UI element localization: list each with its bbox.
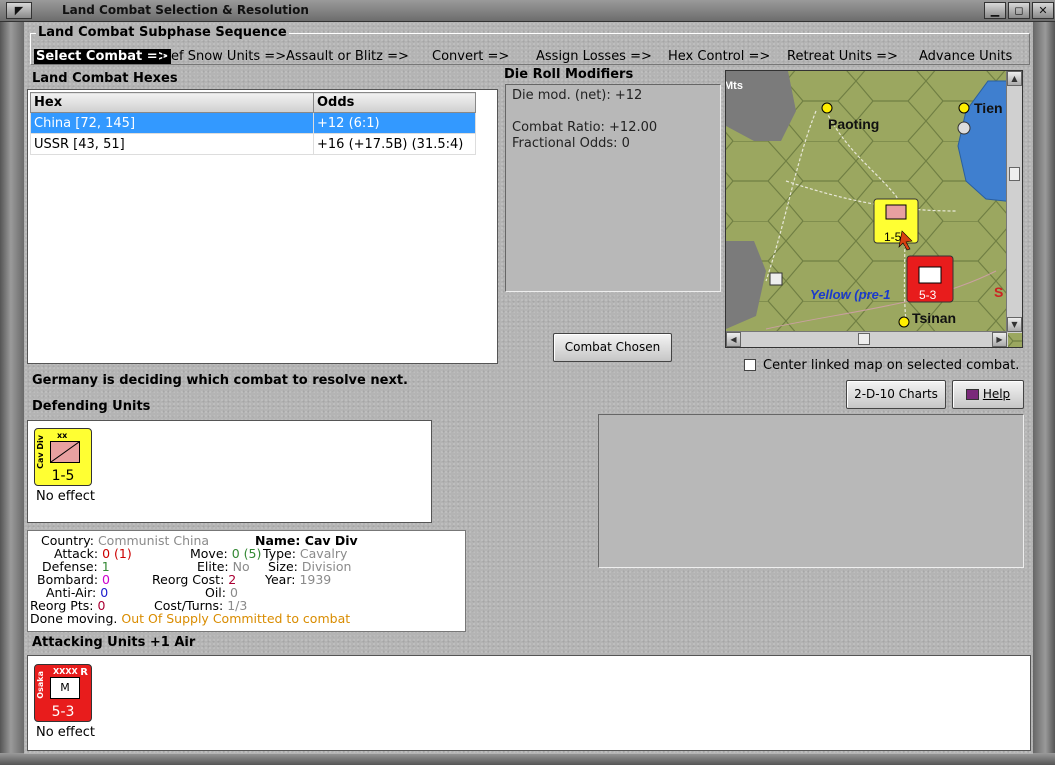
table-row[interactable]: China [72, 145] +12 (6:1) bbox=[30, 112, 476, 134]
unit-info-box: Country: Communist China Name: Cav Div A… bbox=[27, 530, 466, 632]
city-tien-icon[interactable] bbox=[958, 102, 970, 114]
status-message: Germany is deciding which combat to reso… bbox=[32, 373, 408, 388]
column-header-hex[interactable]: Hex bbox=[30, 92, 314, 113]
charts-button[interactable]: 2-D-10 Charts bbox=[846, 380, 946, 409]
system-menu-button[interactable]: ◤ bbox=[6, 2, 32, 19]
scroll-thumb[interactable] bbox=[858, 333, 870, 345]
window-title: Land Combat Selection & Resolution bbox=[62, 3, 309, 17]
center-map-label: Center linked map on selected combat. bbox=[763, 358, 1020, 373]
map-view[interactable]: Mts Paoting Tien Tsinan Yellow (pre-1 S … bbox=[726, 71, 1023, 348]
subphase-sequence-legend: Land Combat Subphase Sequence bbox=[36, 25, 289, 40]
unit-size-label: XXXX bbox=[53, 667, 78, 676]
resource-icon bbox=[957, 121, 971, 135]
hex-cell[interactable]: USSR [43, 51] bbox=[30, 133, 314, 155]
scroll-right-arrow-icon[interactable]: ▶ bbox=[992, 332, 1007, 347]
mechanized-symbol-icon: M bbox=[50, 677, 80, 699]
map-unit-osaka[interactable]: 5-3 bbox=[906, 255, 954, 303]
center-map-checkbox[interactable] bbox=[744, 359, 756, 371]
defending-units-box: Cav Div xx 1-5 No effect bbox=[27, 420, 432, 523]
column-header-odds[interactable]: Odds bbox=[313, 92, 476, 113]
map-label-paoting: Paoting bbox=[828, 116, 879, 132]
unit-strength: 5-3 bbox=[51, 704, 75, 720]
subphase-step-advance: Advance Units bbox=[919, 49, 1013, 64]
help-book-icon bbox=[965, 389, 979, 400]
help-label: Help bbox=[982, 387, 1011, 401]
fractional-odds: Fractional Odds: 0 bbox=[512, 136, 630, 151]
map-unit-strength: 1-5 bbox=[884, 230, 902, 244]
unit-strength: 1-5 bbox=[51, 468, 75, 484]
done-moving: Done moving. bbox=[30, 611, 118, 626]
city-tsinan-icon[interactable] bbox=[898, 316, 910, 328]
help-button[interactable]: Help bbox=[952, 380, 1024, 409]
map-unit-cav-div[interactable]: 1-5 bbox=[873, 198, 919, 244]
scroll-down-arrow-icon[interactable]: ▼ bbox=[1007, 317, 1022, 332]
subphase-step-assault: Assault or Blitz => bbox=[286, 49, 409, 64]
unit-symbol-label: M bbox=[60, 681, 70, 694]
main-panel: Land Combat Subphase Sequence Select Com… bbox=[24, 22, 1033, 754]
unit-size-label: xx bbox=[57, 431, 68, 440]
scroll-left-arrow-icon[interactable]: ◀ bbox=[726, 332, 741, 347]
map-label-tsinan: Tsinan bbox=[912, 310, 956, 326]
subphase-step-def-snow: Def Snow Units => bbox=[161, 49, 287, 64]
maximize-button[interactable]: ◻ bbox=[1008, 2, 1030, 19]
die-mod-net: Die mod. (net): +12 bbox=[512, 88, 643, 103]
subphase-step-select-combat: Select Combat => bbox=[34, 49, 171, 64]
reserve-marker: R bbox=[80, 667, 88, 678]
attacking-units-label: Attacking Units +1 Air bbox=[32, 635, 196, 650]
attacking-units-box: Osaka XXXX R M 5-3 No effect bbox=[27, 655, 1031, 751]
window-frame-bottom bbox=[0, 753, 1055, 765]
attacking-unit-result: No effect bbox=[36, 725, 96, 740]
unit-type-label: Osaka bbox=[36, 671, 45, 699]
year-label: Year: bbox=[265, 572, 296, 587]
map-label-edge: S bbox=[994, 284, 1003, 300]
die-roll-modifiers-label: Die Roll Modifiers bbox=[504, 67, 634, 82]
subphase-step-assign-losses: Assign Losses => bbox=[536, 49, 652, 64]
land-combat-hexes-list: Hex Odds China [72, 145] +12 (6:1) USSR … bbox=[27, 89, 498, 364]
subphase-step-label: Select Combat => bbox=[34, 49, 171, 64]
city-paoting-icon[interactable] bbox=[821, 102, 833, 114]
year-value: 1939 bbox=[299, 572, 332, 587]
hex-table: Hex Odds China [72, 145] +12 (6:1) USSR … bbox=[30, 92, 476, 155]
linked-map[interactable]: Mts Paoting Tien Tsinan Yellow (pre-1 S … bbox=[725, 70, 1023, 348]
table-row[interactable]: USSR [43, 51] +16 (+17.5B) (31.5:4) bbox=[30, 133, 476, 155]
window-frame-left bbox=[0, 22, 27, 765]
fort-icon bbox=[769, 272, 783, 286]
defending-unit-counter[interactable]: Cav Div xx 1-5 bbox=[34, 428, 92, 486]
unit-type-label: Cav Div bbox=[36, 435, 45, 469]
land-combat-hexes-label: Land Combat Hexes bbox=[32, 71, 178, 86]
defending-units-label: Defending Units bbox=[32, 399, 151, 414]
committed-status: Committed to combat bbox=[212, 611, 351, 626]
supply-status: Out Of Supply bbox=[121, 611, 209, 626]
attacking-unit-counter[interactable]: Osaka XXXX R M 5-3 bbox=[34, 664, 92, 722]
map-label-river: Yellow (pre-1 bbox=[810, 287, 890, 302]
defending-unit-result: No effect bbox=[36, 489, 96, 504]
map-unit-strength: 5-3 bbox=[919, 288, 937, 302]
combat-ratio: Combat Ratio: +12.00 bbox=[512, 120, 658, 135]
subphase-step-retreat: Retreat Units => bbox=[787, 49, 898, 64]
close-button[interactable]: ✕ bbox=[1032, 2, 1054, 19]
minimize-button[interactable]: ▁ bbox=[984, 2, 1006, 19]
cavalry-symbol-icon bbox=[50, 441, 80, 463]
odds-cell[interactable]: +16 (+17.5B) (31.5:4) bbox=[313, 133, 476, 155]
attack-extra: (1) bbox=[114, 546, 132, 561]
map-horizontal-scrollbar[interactable]: ◀ ▶ bbox=[726, 331, 1008, 347]
map-vertical-scrollbar[interactable]: ▲ ▼ bbox=[1006, 71, 1022, 333]
scroll-up-arrow-icon[interactable]: ▲ bbox=[1007, 71, 1022, 86]
hex-cell[interactable]: China [72, 145] bbox=[30, 112, 314, 134]
odds-cell[interactable]: +12 (6:1) bbox=[313, 112, 476, 134]
hex-table-header: Hex Odds bbox=[30, 92, 476, 113]
map-label-tien: Tien bbox=[974, 100, 1003, 116]
window-frame-right bbox=[1031, 22, 1055, 765]
combat-chosen-button[interactable]: Combat Chosen bbox=[553, 333, 672, 362]
subphase-step-hex-control: Hex Control => bbox=[668, 49, 771, 64]
die-roll-modifiers-box: Die mod. (net): +12 Combat Ratio: +12.00… bbox=[505, 84, 721, 292]
combat-results-area bbox=[598, 414, 1024, 568]
scroll-thumb[interactable] bbox=[1009, 167, 1020, 181]
subphase-step-convert: Convert => bbox=[432, 49, 510, 64]
map-label-mts: Mts bbox=[726, 80, 743, 92]
title-bar: ◤ Land Combat Selection & Resolution ▁ ◻… bbox=[0, 0, 1055, 22]
